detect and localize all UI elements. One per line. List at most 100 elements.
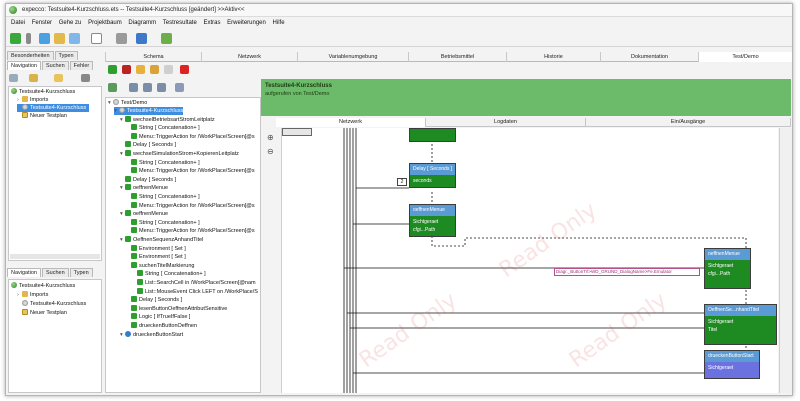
checkbox-icon[interactable]	[125, 115, 131, 122]
checkbox-icon[interactable]	[125, 175, 131, 182]
tree-item-testplan-bottom[interactable]: Neuer Testplan	[17, 309, 67, 317]
tab-suchen[interactable]: Suchen	[42, 61, 69, 70]
zoom-out-icon[interactable]: ⊖	[267, 147, 274, 156]
checkbox-icon[interactable]	[131, 193, 137, 199]
exec-tree-row[interactable]: List::MouseEvent Click LEFT on /WorkPlac…	[132, 287, 258, 296]
string-value-box[interactable]: Diagr._ButtonTrl>WD_GRUND_DialogName>Fe.…	[554, 268, 700, 276]
exec-tree-row[interactable]: String [ Concatenation+ ]	[126, 218, 200, 227]
print-icon[interactable]	[116, 33, 127, 44]
exec-tree-row[interactable]: String [ Concatenation+ ]	[126, 193, 200, 201]
step-icon[interactable]	[136, 65, 145, 74]
exec-tree-row[interactable]: Logic [ IfTrueIfFalse ]	[126, 313, 190, 321]
exec-tree-row[interactable]: String [ Concatenation+ ]	[126, 158, 200, 167]
tree-root[interactable]: ▾ Test/Demo	[108, 99, 147, 107]
exec-tree-row[interactable]: ▾ drueckenButtonStart	[120, 330, 183, 339]
node-oeffnen-titel[interactable]: OeffnenSe...nhandTitel Sichtgeraet Titel	[704, 304, 777, 345]
blue-dot-icon[interactable]	[125, 330, 131, 337]
tab-betriebsmittel[interactable]: Betriebsmittel	[408, 52, 506, 62]
exec-tree-row[interactable]: ▾ oeffnenMenue	[120, 210, 168, 218]
exec-tree-row[interactable]: List::SearchCell in /WorkPlace/Screen[@n…	[132, 279, 256, 287]
checkbox-icon[interactable]	[137, 287, 143, 294]
undo-icon[interactable]	[136, 33, 147, 44]
gear-icon[interactable]	[119, 107, 125, 113]
checkbox-icon[interactable]	[131, 296, 137, 303]
open-folder-icon[interactable]	[54, 33, 65, 44]
exec-tree-row[interactable]: Menu::TriggerAction for /WorkPlace/Scree…	[126, 167, 255, 175]
tree-item-selected-suite[interactable]: Testsuite4-Kurzschluss	[17, 104, 90, 112]
tree-item-imports[interactable]: › Imports	[17, 96, 48, 104]
save-icon[interactable]	[39, 33, 50, 44]
vertical-scrollbar[interactable]	[779, 128, 792, 393]
tree-item-testplan[interactable]: Neuer Testplan	[17, 112, 67, 120]
menu-erweiterungen[interactable]: Erweiterungen	[227, 18, 266, 28]
stop-icon[interactable]	[180, 65, 189, 74]
checkbox-icon[interactable]	[125, 141, 131, 148]
menu-fenster[interactable]: Fenster	[32, 18, 52, 28]
next-icon[interactable]	[164, 65, 173, 74]
tab-historie[interactable]: Historie	[506, 52, 600, 62]
exec-tree-row[interactable]: drueckenButtonOeffnen	[126, 322, 197, 330]
refresh-icon[interactable]	[175, 83, 184, 92]
exec-tree-row[interactable]: lesenButtonOeffnenAttributSensitive	[126, 304, 227, 313]
tab-navigation[interactable]: Navigation	[7, 61, 41, 70]
tab-dokumentation[interactable]: Dokumentation	[600, 52, 698, 62]
exec-tree-row[interactable]: ▾ wechselSimulationStrom+KopierenLeitplat…	[120, 150, 239, 158]
delay-input-value[interactable]: 2	[397, 178, 407, 186]
tab-besonderheiten[interactable]: Besonderheiten	[7, 51, 54, 60]
tree-item-imports-bottom[interactable]: › Imports	[17, 291, 48, 299]
sort-icon[interactable]	[108, 83, 117, 92]
checkbox-icon[interactable]	[131, 158, 137, 165]
network-canvas[interactable]: Delay [ Seconds ] seconds 2 oeffnenMenue…	[281, 128, 778, 393]
collapsed-box[interactable]	[282, 128, 312, 136]
exec-tree-row[interactable]: ▾ wechselBetriebsartStromLeitplatz	[120, 115, 215, 124]
down-icon[interactable]	[143, 83, 152, 92]
tab-navigation-bottom[interactable]: Navigation	[7, 268, 41, 277]
subtab-ein-ausgaenge[interactable]: Ein/Ausgänge	[586, 118, 791, 127]
exec-tree-row[interactable]: Menu::TriggerAction for /WorkPlace/Scree…	[126, 132, 255, 141]
tab-schema[interactable]: Schema	[105, 52, 201, 62]
node-oeffnen-menue-2[interactable]: oeffnenMenue Sichtgeraet cfgi...Path	[704, 248, 751, 289]
menu-gehe-zu[interactable]: Gehe zu	[59, 18, 82, 28]
exec-tree-row[interactable]: Menu::TriggerAction for /WorkPlace/Scree…	[126, 201, 255, 210]
tree-item-suite-bottom[interactable]: Testsuite4-Kurzschluss	[11, 282, 75, 290]
sync-icon[interactable]	[81, 74, 90, 82]
exec-tree-row[interactable]: suchenTitelMarkierung	[126, 261, 194, 270]
checkbox-icon[interactable]	[131, 124, 137, 131]
node-delay[interactable]: Delay [ Seconds ] seconds	[409, 163, 456, 188]
pause-icon[interactable]	[150, 65, 159, 74]
run-icon[interactable]	[108, 65, 117, 74]
testplan-icon[interactable]	[161, 33, 172, 44]
menu-extras[interactable]: Extras	[203, 18, 220, 28]
checkbox-icon[interactable]	[137, 279, 143, 285]
history-dropdown-icon[interactable]	[26, 33, 31, 44]
menu-diagramm[interactable]: Diagramm	[128, 18, 156, 28]
checkbox-icon[interactable]	[125, 184, 131, 191]
checkbox-icon[interactable]	[131, 304, 137, 311]
node-druecken-button-start[interactable]: drueckenButtonStart Sichtgeraet	[704, 350, 760, 379]
back-arrow-icon[interactable]	[10, 33, 21, 44]
checkbox-icon[interactable]	[137, 270, 143, 277]
checkbox-icon[interactable]	[125, 210, 131, 217]
new-document-icon[interactable]	[91, 33, 102, 44]
menu-testresultate[interactable]: Testresultate	[163, 18, 197, 28]
checkbox-icon[interactable]	[131, 313, 137, 320]
save-all-icon[interactable]	[69, 33, 80, 44]
view-icon[interactable]	[9, 74, 18, 82]
expand-all-icon[interactable]	[157, 83, 166, 92]
tab-typen-bottom[interactable]: Typen	[69, 268, 93, 277]
tab-variablenumgebung[interactable]: Variablenumgebung	[297, 52, 408, 62]
exec-tree-row[interactable]: ▾ OeffnenSequenzAnhandTitel	[120, 236, 203, 244]
checkbox-icon[interactable]	[131, 167, 137, 174]
exec-tree-row[interactable]: Delay [ Seconds ]	[120, 175, 176, 184]
exec-tree-row[interactable]: Delay [ Seconds ]	[120, 141, 176, 149]
checkbox-icon[interactable]	[131, 253, 137, 260]
subtab-netzwerk[interactable]: Netzwerk	[276, 118, 426, 127]
exec-tree-row[interactable]: String [ Concatenation+ ]	[126, 124, 200, 132]
tree-item-suite[interactable]: Testsuite4-Kurzschluss	[11, 88, 75, 96]
exec-tree-row[interactable]: Environment [ Set ]	[126, 244, 186, 253]
exec-tree-row[interactable]: String [ Concatenation+ ]	[132, 270, 206, 278]
up-icon[interactable]	[129, 83, 138, 92]
tab-typen[interactable]: Typen	[54, 51, 78, 60]
checkbox-icon[interactable]	[125, 236, 131, 242]
menu-hilfe[interactable]: Hilfe	[273, 18, 285, 28]
